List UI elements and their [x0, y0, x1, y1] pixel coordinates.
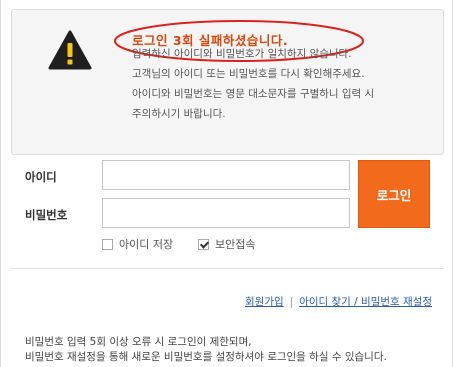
error-alert-box: 로그인 3회 실패하셨습니다. 입력하신 아이디와 비밀번호가 일치하지 않습니…	[11, 9, 444, 155]
save-id-label: 아이디 저장	[119, 238, 174, 251]
alert-message-line: 아이디와 비밀번호는 영문 대소문자를 구별하니 입력 시	[132, 88, 375, 100]
account-links: 회원가입 | 아이디 찾기 / 비밀번호 재설정	[245, 294, 432, 309]
alert-message-line: 주의하시기 바랍니다.	[132, 108, 226, 120]
save-id-option[interactable]: 아이디 저장	[102, 236, 173, 252]
signup-link[interactable]: 회원가입	[245, 296, 284, 308]
password-label: 비밀번호	[25, 208, 68, 222]
alert-message-line: 입력하신 아이디와 비밀번호가 일치하지 않습니다.	[132, 48, 352, 60]
secure-login-checkbox[interactable]	[198, 238, 209, 250]
find-account-link[interactable]: 아이디 찾기 / 비밀번호 재설정	[299, 296, 432, 308]
lockout-notice-line: 비밀번호 입력 5회 이상 오류 시 로그인이 제한되며,	[25, 336, 252, 348]
link-separator: |	[289, 296, 294, 308]
login-button[interactable]: 로그인	[358, 160, 430, 228]
login-panel: 로그인 3회 실패하셨습니다. 입력하신 아이디와 비밀번호가 일치하지 않습니…	[0, 0, 453, 367]
secure-login-label: 보안접속	[215, 238, 256, 251]
password-input[interactable]	[102, 198, 350, 228]
alert-message-line: 고객님의 아이디 또는 비밀번호를 다시 확인해주세요.	[132, 68, 365, 80]
divider	[11, 268, 444, 269]
lockout-notice-line: 비밀번호 재설정을 통해 새로운 비밀번호를 설정하셔야 로그인을 하실 수 있…	[25, 351, 387, 363]
id-input[interactable]	[102, 160, 350, 190]
secure-login-option[interactable]: 보안접속	[198, 236, 255, 252]
id-label: 아이디	[25, 170, 57, 184]
save-id-checkbox[interactable]	[102, 238, 113, 250]
warning-icon	[48, 30, 92, 70]
